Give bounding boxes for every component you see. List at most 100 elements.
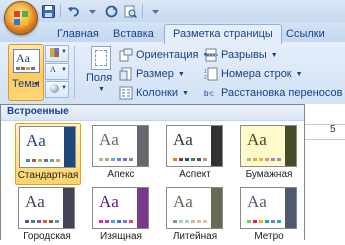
theme-name: Апекс [107,169,135,180]
color-swatch [37,220,41,223]
color-swatch [38,159,42,162]
theme-preview-card: Aa [92,125,149,167]
color-swatch [185,220,189,223]
theme-name: Изящная [100,231,142,242]
undo-icon [67,6,79,17]
theme-color-swatches [247,158,281,161]
theme-accent-strip [63,188,74,228]
undo-button[interactable] [65,3,81,19]
theme-effects-button[interactable]: ▼ [45,81,69,98]
chevron-down-icon: ▼ [295,70,303,78]
color-swatch [43,220,47,223]
chevron-down-icon: ▼ [98,86,105,93]
theme-thumbnail[interactable]: Aa Изящная [89,185,153,245]
theme-color-swatches [173,220,207,223]
color-swatch [277,220,281,223]
orientation-icon [119,48,133,62]
breaks-button[interactable]: Разрывы ▼ [204,47,278,63]
color-swatch [247,220,251,223]
svg-text:b: b [204,89,209,98]
customize-qat-button[interactable] [147,3,163,19]
quick-access-toolbar [40,2,163,20]
color-swatch [117,220,121,223]
office-logo-icon [14,11,28,25]
chevron-down-icon [88,9,96,14]
gallery-section-title: Встроенные [7,106,69,117]
print-preview-button[interactable] [122,3,138,19]
theme-name: Бумажная [245,169,293,180]
margins-button[interactable]: Поля ▼ [86,46,116,98]
size-button[interactable]: Размер ▼ [119,66,185,82]
theme-thumbnail[interactable]: Aa Городская [15,185,79,245]
tab-references[interactable]: Ссылки [286,26,325,42]
theme-sample-text: Aa [173,192,193,211]
chevron-down-icon: ▼ [33,81,40,88]
chevron-down-icon: ▼ [270,51,278,59]
theme-thumbnail[interactable]: Aa Стандартная [15,123,81,185]
theme-accent-strip [285,126,296,166]
theme-color-swatches [247,220,281,223]
theme-preview-card: Aa [166,125,223,167]
color-swatch [173,220,177,223]
office-button[interactable] [4,1,38,35]
color-swatch [197,220,201,223]
theme-sample-text: Aa [173,130,193,149]
undo-dropdown[interactable] [84,3,100,19]
theme-thumbnail[interactable]: Aa Аспект [163,123,227,183]
tab-insert[interactable]: Вставка [113,26,154,42]
color-swatch [32,159,36,162]
columns-button[interactable]: Колонки ▼ [119,85,189,101]
themes-icon: Aa [13,49,40,73]
theme-fonts-icon: A [50,65,56,74]
color-swatch [123,158,127,161]
color-swatch [259,158,263,161]
theme-preview-card: Aa [240,125,297,167]
theme-thumbnail[interactable]: Aa Бумажная [237,123,301,183]
theme-sample-text: Aa [26,131,46,150]
line-numbers-button[interactable]: 12 Номера строк ▼ [204,66,303,82]
color-swatch [179,220,183,223]
color-swatch [271,220,275,223]
orientation-button[interactable]: Ориентация ▼ [119,47,209,63]
theme-accent-strip [64,127,75,167]
qat-separator [142,4,143,18]
color-swatch [179,158,183,161]
themes-gallery: Встроенные Aa Стандартная Aa Апекс Aa Аспект A… [0,104,305,242]
tab-home[interactable]: Главная [57,26,99,42]
theme-fonts-button[interactable]: A ▼ [45,63,69,80]
color-swatch [265,220,269,223]
color-swatch [123,220,127,223]
theme-preview-card: Aa [18,187,75,229]
color-swatch [25,220,29,223]
chevron-down-icon: ▼ [61,85,67,91]
color-swatch [253,158,257,161]
redo-icon [105,5,117,17]
theme-color-swatches [25,220,59,223]
chevron-down-icon: ▼ [61,67,67,73]
theme-accent-strip [211,188,222,228]
theme-color-swatches [99,158,133,161]
chevron-down-icon [151,9,159,14]
theme-thumbnail[interactable]: Aa Апекс [89,123,153,183]
theme-preview-card: Aa [166,187,223,229]
hyphenation-button[interactable]: bc Расстановка переносов ▼ [204,85,345,101]
themes-button[interactable]: Aa Темы ▼ [8,44,44,101]
color-swatch [111,220,115,223]
save-button[interactable] [40,3,56,19]
tab-page-layout[interactable]: Разметка страницы [164,24,282,44]
theme-thumbnail[interactable]: Aa Литейная [163,185,227,245]
svg-text:2: 2 [204,75,207,81]
color-swatch [117,158,121,161]
theme-effects-icon [50,84,59,93]
theme-name: Литейная [172,231,218,242]
theme-thumbnail[interactable]: Aa Метро [237,185,301,245]
columns-label: Колонки [136,87,178,99]
print-preview-icon [124,5,137,18]
size-icon [119,67,133,81]
color-swatch [259,220,263,223]
color-swatch [191,220,195,223]
color-swatch [271,158,275,161]
theme-colors-button[interactable]: ▼ [45,45,69,62]
redo-button[interactable] [103,3,119,19]
color-swatch [26,159,30,162]
